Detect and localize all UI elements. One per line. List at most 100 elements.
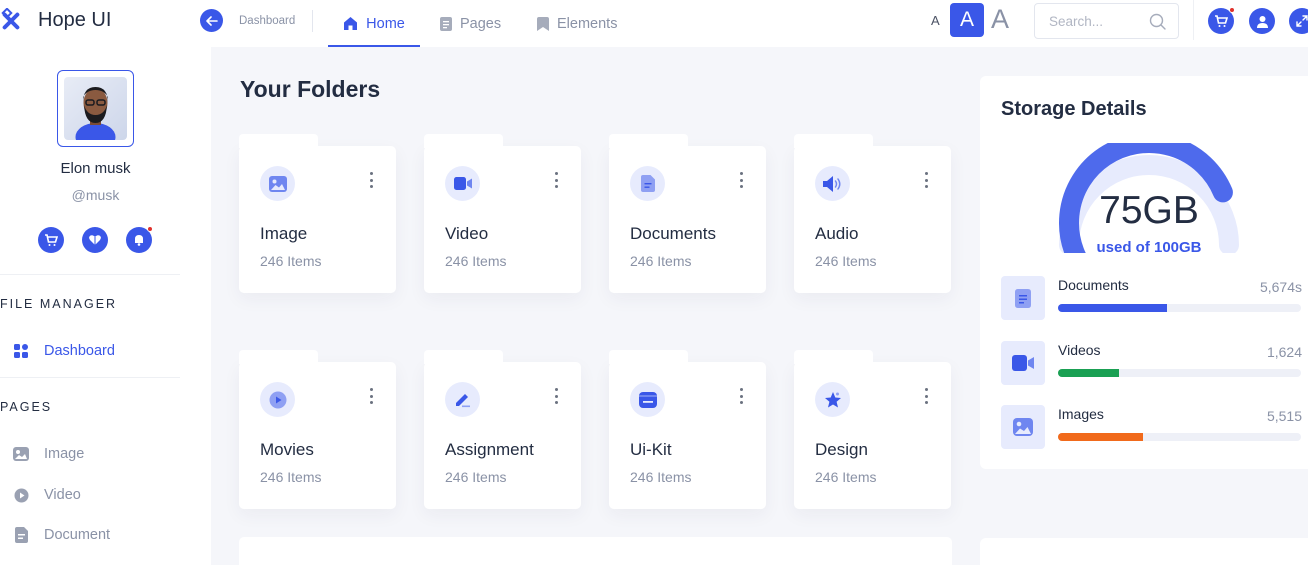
folder-item-count: 246 Items: [815, 253, 877, 269]
folder-card-image[interactable]: Image 246 Items: [239, 134, 396, 293]
user-handle: @musk: [71, 187, 120, 203]
progress-fill: [1058, 369, 1119, 377]
notification-dot: [1229, 7, 1235, 13]
sidebar-item-dashboard[interactable]: Dashboard: [12, 342, 115, 360]
section-title-pages: PAGES: [0, 400, 53, 414]
folder-item-count: 246 Items: [630, 469, 692, 485]
sidebar-divider: [0, 377, 180, 378]
secondary-card: [980, 538, 1308, 565]
page-title: Your Folders: [240, 76, 381, 102]
video-camera-icon: [445, 166, 480, 201]
folder-card-movies[interactable]: Movies 246 Items: [239, 350, 396, 509]
folder-card-video[interactable]: Video 246 Items: [424, 134, 581, 293]
more-options-icon[interactable]: [366, 388, 376, 404]
folder-item-count: 246 Items: [630, 253, 692, 269]
play-icon: [260, 382, 295, 417]
tab-label: Elements: [557, 15, 618, 32]
document-icon: [630, 166, 665, 201]
pencil-icon: [445, 382, 480, 417]
cart-icon: [1215, 15, 1228, 27]
search-box: [1034, 3, 1179, 39]
more-options-icon[interactable]: [736, 388, 746, 404]
speaker-icon: [815, 166, 850, 201]
search-icon[interactable]: [1149, 13, 1166, 35]
card-title: Storage Details: [1001, 98, 1147, 120]
top-navbar: Dashboard Home Pages Elements A A A: [200, 0, 1308, 47]
notification-dot: [147, 226, 153, 232]
sidebar-item-video[interactable]: Video: [12, 486, 81, 504]
heart-icon: [89, 235, 101, 245]
search-input[interactable]: [1035, 4, 1135, 38]
fullscreen-button[interactable]: [1289, 8, 1308, 34]
folder-name: Design: [815, 440, 868, 459]
sidebar-toggle-button[interactable]: [200, 9, 223, 32]
wallet-icon: [630, 382, 665, 417]
breadcrumb[interactable]: Dashboard: [239, 15, 295, 27]
cart-icon: [45, 234, 58, 246]
image-icon: [260, 166, 295, 201]
tab-elements[interactable]: Elements: [537, 0, 617, 47]
more-options-icon[interactable]: [551, 172, 561, 188]
home-icon: [343, 16, 358, 31]
font-size-medium-button[interactable]: A: [950, 3, 984, 37]
folder-name: Audio: [815, 224, 859, 243]
storage-details-card: Storage Details 75GB used of 100GB Docum…: [980, 76, 1308, 469]
storage-row-label: Images: [1058, 406, 1104, 422]
sidebar-item-label: Document: [44, 527, 111, 543]
favorite-button[interactable]: [82, 227, 108, 253]
progress-track: [1058, 304, 1301, 312]
document-icon: [12, 526, 30, 544]
folder-name: Video: [445, 224, 489, 243]
folder-card-audio[interactable]: Audio 246 Items: [794, 134, 951, 293]
image-icon: [12, 445, 30, 463]
tab-label: Home: [366, 15, 405, 32]
font-size-small-button[interactable]: A: [931, 13, 940, 28]
avatar[interactable]: [57, 70, 134, 147]
more-options-icon[interactable]: [921, 172, 931, 188]
avatar-image: [64, 77, 127, 140]
more-options-icon[interactable]: [736, 172, 746, 188]
bookmark-icon: [537, 16, 549, 31]
navbar-divider: [1193, 0, 1194, 40]
tab-pages[interactable]: Pages: [440, 0, 501, 47]
sidebar-divider: [0, 274, 180, 275]
folder-name: Ui-Kit: [630, 440, 672, 459]
font-size-large-button[interactable]: A: [991, 4, 1009, 35]
more-options-icon[interactable]: [551, 388, 561, 404]
sidebar-item-label: Dashboard: [44, 343, 115, 359]
folder-card-documents[interactable]: Documents 246 Items: [609, 134, 766, 293]
grid-icon: [12, 342, 30, 360]
video-camera-icon: [1001, 341, 1045, 385]
brand-name: Hope UI: [38, 9, 112, 31]
sidebar-item-image[interactable]: Image: [12, 445, 84, 463]
cart-button[interactable]: [1208, 7, 1235, 34]
folder-item-count: 246 Items: [445, 469, 507, 485]
sidebar-item-label: Video: [44, 487, 81, 503]
progress-track: [1058, 433, 1301, 441]
folder-item-count: 246 Items: [815, 469, 877, 485]
sidebar-item-document[interactable]: Document: [12, 526, 110, 544]
folder-card-ui-kit[interactable]: Ui-Kit 246 Items: [609, 350, 766, 509]
more-options-icon[interactable]: [366, 172, 376, 188]
tab-label: Pages: [460, 15, 502, 32]
storage-row-count: 5,674s: [1259, 279, 1302, 295]
storage-used-value: 75GB: [1099, 189, 1199, 232]
more-options-icon[interactable]: [921, 388, 931, 404]
progress-track: [1058, 369, 1301, 377]
folder-card-assignment[interactable]: Assignment 246 Items: [424, 350, 581, 509]
play-icon: [12, 486, 30, 504]
arrow-left-icon: [205, 15, 218, 26]
image-icon: [1001, 405, 1045, 449]
tab-home[interactable]: Home: [328, 0, 420, 47]
notification-button[interactable]: [126, 226, 153, 253]
storage-row-label: Documents: [1058, 277, 1129, 293]
user-profile-button[interactable]: [1249, 8, 1275, 34]
folder-name: Assignment: [445, 440, 534, 459]
folder-card-design[interactable]: Design 246 Items: [794, 350, 951, 509]
storage-used-caption: used of 100GB: [1096, 239, 1202, 256]
brand-logo-icon: [1, 8, 20, 30]
storage-row-label: Videos: [1058, 342, 1101, 358]
cart-button[interactable]: [38, 227, 64, 253]
progress-fill: [1058, 304, 1168, 312]
bell-icon: [135, 235, 143, 246]
